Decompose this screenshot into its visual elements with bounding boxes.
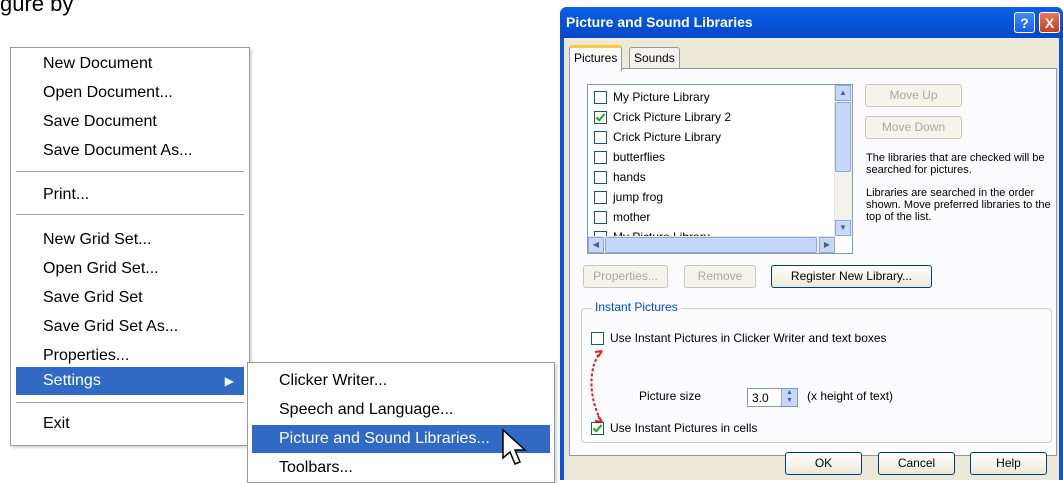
instant-pictures-writer-option[interactable]: Use Instant Pictures in Clicker Writer a… [591,331,887,346]
menu-item-label: New Document [43,55,153,72]
menu-item-label: Save Document As... [43,142,193,159]
cancel-button[interactable]: Cancel [878,452,955,475]
scroll-thumb[interactable] [835,102,851,172]
register-new-library-button[interactable]: Register New Library... [771,265,932,288]
move-down-button[interactable]: Move Down [865,116,962,139]
scroll-up-icon[interactable]: ▲ [835,85,851,101]
menu-item-settings[interactable]: Settings ▶ [16,367,244,395]
info-text-order: Libraries are searched in the order show… [866,187,1051,223]
menu-item-label: Save Document [43,113,157,130]
picture-size-value: 3.0 [752,391,769,405]
menu-item-properties[interactable]: Properties... [16,342,244,370]
dialog-titlebar[interactable]: Picture and Sound Libraries ? X [560,7,1063,38]
menu-item-open-grid-set[interactable]: Open Grid Set... [16,255,244,283]
menu-item-label: Settings [43,372,101,389]
list-item-label: butterflies [613,150,666,164]
menu-item-label: Print... [43,186,90,203]
menu-item-save-document[interactable]: Save Document [16,108,244,136]
option-label: Use Instant Pictures in Clicker Writer a… [610,331,887,345]
vertical-scrollbar[interactable]: ▲ ▼ [834,85,852,236]
library-list[interactable]: My Picture Library Crick Picture Library… [587,84,853,254]
list-item-label: Crick Picture Library 2 [613,110,732,124]
menu-item-label: Save Grid Set [43,289,143,306]
menu-item-label: Toolbars... [279,459,353,476]
checkbox[interactable] [594,91,607,105]
list-item[interactable]: hands [594,167,646,187]
caption-text: gure by [0,0,74,16]
checkbox[interactable] [594,111,607,125]
menu-item-new-grid-set[interactable]: New Grid Set... [16,226,244,254]
list-item[interactable]: Crick Picture Library [594,127,721,147]
checkbox[interactable] [594,171,607,185]
list-item[interactable]: My Picture Library [594,87,710,107]
list-item[interactable]: butterflies [594,147,665,167]
menu-item-print[interactable]: Print... [16,181,244,209]
checkbox[interactable] [594,211,607,225]
mouse-pointer-icon [502,428,527,465]
menu-separator [16,171,244,173]
checkbox[interactable] [594,151,607,165]
menu-separator [16,214,244,216]
menu-separator [16,402,244,404]
list-item[interactable]: jump frog [594,187,663,207]
menu-item-label: Exit [43,415,70,432]
option-label: Use Instant Pictures in cells [610,421,758,435]
list-item-label: My Picture Library [613,90,710,104]
picture-size-label: Picture size [639,389,702,403]
list-item-label: jump frog [613,190,664,204]
scroll-left-icon[interactable]: ◀ [588,237,604,253]
spin-arrows-icon[interactable]: ▲ ▼ [781,389,797,406]
menu-item-new-document[interactable]: New Document [16,50,244,78]
menu-item-label: New Grid Set... [43,231,152,248]
checkbox[interactable] [594,191,607,205]
horizontal-scrollbar[interactable]: ◀ ▶ [588,236,835,253]
menu-item-label: Picture and Sound Libraries... [279,430,490,447]
picture-sound-libraries-dialog: Picture and Sound Libraries ? X Pictures… [560,7,1063,480]
menu-item-exit[interactable]: Exit [16,410,244,438]
submenu-item-clicker-writer[interactable]: Clicker Writer... [252,367,550,395]
submenu-item-speech-language[interactable]: Speech and Language... [252,396,550,424]
menu-item-label: Properties... [43,347,130,364]
list-item[interactable]: Crick Picture Library 2 [594,107,731,127]
properties-button[interactable]: Properties... [583,265,668,288]
file-menu: New Document Open Document... Save Docum… [10,47,250,446]
annotation-arrow-icon [590,350,603,423]
pictures-tab-pane: My Picture Library Crick Picture Library… [569,68,1057,456]
menu-item-label: Clicker Writer... [279,372,388,389]
tab-sounds[interactable]: Sounds [629,47,680,68]
menu-item-save-grid-set-as[interactable]: Save Grid Set As... [16,313,244,341]
close-icon[interactable]: X [1039,12,1060,33]
dialog-client: Pictures Sounds My Picture Library Crick… [564,38,1059,480]
group-title: Instant Pictures [592,300,681,314]
info-text-checked: The libraries that are checked will be s… [866,152,1045,176]
menu-item-label: Save Grid Set As... [43,318,179,335]
picture-size-unit: (x height of text) [807,389,894,403]
help-button[interactable]: Help [970,452,1047,475]
menu-item-open-document[interactable]: Open Document... [16,79,244,107]
menu-item-label: Speech and Language... [279,401,454,418]
remove-button[interactable]: Remove [684,265,756,288]
menu-item-save-grid-set[interactable]: Save Grid Set [16,284,244,312]
menu-item-label: Open Document... [43,84,173,101]
instant-pictures-cells-option[interactable]: Use Instant Pictures in cells [591,421,758,436]
checkbox[interactable] [594,131,607,145]
list-item-label: mother [613,210,651,224]
list-item-label: hands [613,170,646,184]
help-icon[interactable]: ? [1014,12,1035,33]
ok-button[interactable]: OK [785,452,862,475]
dialog-title: Picture and Sound Libraries [566,14,753,30]
picture-size-stepper[interactable]: 3.0 ▲ ▼ [747,388,798,407]
list-item[interactable]: mother [594,207,650,227]
move-up-button[interactable]: Move Up [865,84,962,107]
menu-item-label: Open Grid Set... [43,260,159,277]
submenu-arrow-icon: ▶ [224,374,234,388]
tab-pictures[interactable]: Pictures [569,45,623,71]
scroll-thumb[interactable] [605,237,817,253]
scroll-down-icon[interactable]: ▼ [835,220,851,236]
scroll-right-icon[interactable]: ▶ [819,237,835,253]
list-item-label: Crick Picture Library [613,130,722,144]
menu-item-save-document-as[interactable]: Save Document As... [16,137,244,165]
